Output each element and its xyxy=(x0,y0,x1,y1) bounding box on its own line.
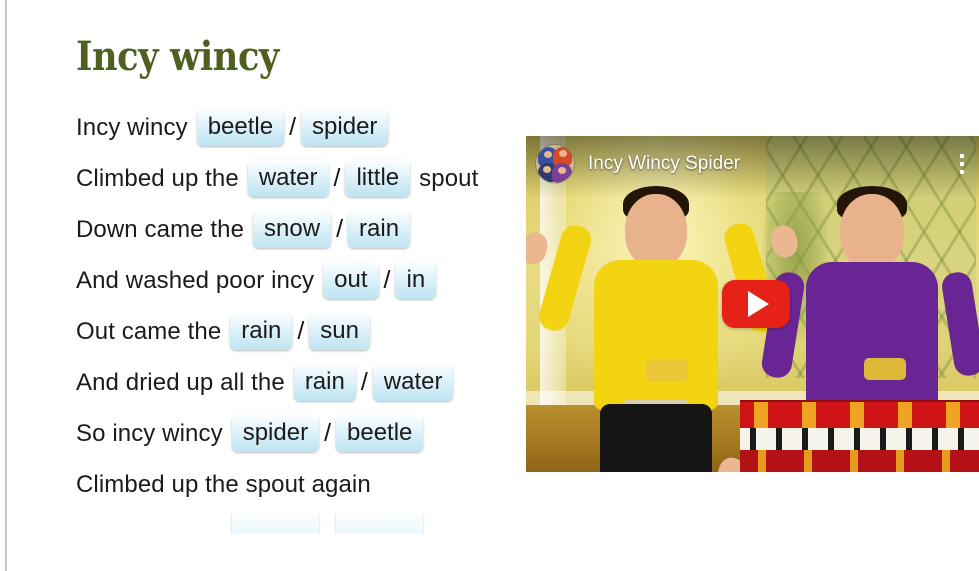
worksheet-panel: Incy wincy Incy wincy beetle / spider Cl… xyxy=(76,36,516,534)
performer-head xyxy=(840,194,904,270)
keyboard-keys xyxy=(740,428,979,450)
lyric-lead-text: So incy wincy xyxy=(76,419,223,447)
lyric-line: Climbed up the spout again xyxy=(76,459,516,510)
lyric-lead-text: And dried up all the xyxy=(76,368,285,396)
lyric-line: Climbed up the water / little spout xyxy=(76,153,516,204)
lyric-line-partial: So incy wincy beetle / spider xyxy=(76,510,516,534)
word-option-button[interactable]: out xyxy=(323,261,379,300)
option-separator: / xyxy=(289,113,297,141)
word-option-button[interactable]: beetle xyxy=(196,108,285,147)
word-option-button[interactable]: water xyxy=(247,159,329,198)
keyboard-skirt-stars xyxy=(740,450,979,472)
option-separator: / xyxy=(383,266,391,294)
performer-legs xyxy=(600,404,712,472)
page-title: Incy wincy xyxy=(76,33,279,80)
channel-avatar-icon[interactable] xyxy=(536,145,574,183)
avatar-face xyxy=(543,166,552,173)
play-icon xyxy=(748,291,769,317)
avatar-figure xyxy=(551,163,572,183)
word-option-button[interactable]: rain xyxy=(293,363,356,402)
word-option-button[interactable]: spider xyxy=(231,414,320,453)
option-separator: / xyxy=(297,317,305,345)
lyric-lead-text: Climbed up the spout again xyxy=(76,470,371,498)
lyric-line: Out came the rain / sun xyxy=(76,306,516,357)
video-header: Incy Wincy Spider xyxy=(526,136,979,192)
word-option-button[interactable]: spider xyxy=(301,108,389,147)
option-separator: / xyxy=(360,368,368,396)
lyric-tail-text: spout xyxy=(419,164,479,192)
avatar-face xyxy=(544,150,553,158)
word-option-button[interactable]: spider xyxy=(336,510,424,534)
lyric-lead-text: Down came the xyxy=(76,215,245,243)
performer-logo xyxy=(646,360,688,382)
performer-logo xyxy=(864,358,906,380)
stage-keyboard xyxy=(740,400,979,472)
more-vertical-icon[interactable] xyxy=(950,151,974,177)
lyric-line: Down came the snow / rain xyxy=(76,204,516,255)
performer-yellow xyxy=(526,172,802,472)
menu-dot xyxy=(960,170,964,174)
lyric-line: And washed poor incy out / in xyxy=(76,255,516,306)
play-button[interactable] xyxy=(722,280,790,328)
video-title[interactable]: Incy Wincy Spider xyxy=(588,153,740,175)
lyric-line: And dried up all the rain / water xyxy=(76,357,516,408)
word-option-button[interactable]: rain xyxy=(348,210,411,249)
word-option-button[interactable]: little xyxy=(345,159,411,198)
avatar-face xyxy=(558,150,567,157)
left-page-divider xyxy=(5,0,7,571)
option-separator: / xyxy=(336,215,344,243)
lyric-lead-text: Incy wincy xyxy=(76,113,188,141)
lyric-line: So incy wincy spider / beetle xyxy=(76,408,516,459)
youtube-embed[interactable]: Incy Wincy Spider xyxy=(526,136,979,472)
lyric-lead-text: And washed poor incy xyxy=(76,266,315,294)
keyboard-skirt xyxy=(740,450,979,472)
word-option-button[interactable]: beetle xyxy=(231,510,320,534)
word-option-button[interactable]: water xyxy=(372,363,454,402)
lyric-lines: Incy wincy beetle / spider Climbed up th… xyxy=(76,102,516,534)
lyric-line: Incy wincy beetle / spider xyxy=(76,102,516,153)
word-option-button[interactable]: sun xyxy=(309,312,370,351)
performer-torso xyxy=(594,260,718,410)
word-option-button[interactable]: beetle xyxy=(336,414,424,453)
avatar-face xyxy=(557,166,566,174)
performer-torso xyxy=(806,262,938,408)
word-option-button[interactable]: rain xyxy=(230,312,293,351)
word-option-button[interactable]: in xyxy=(395,261,437,300)
performer-head xyxy=(625,194,687,268)
keyboard-stars xyxy=(740,402,979,428)
menu-dot xyxy=(960,154,964,158)
menu-dot xyxy=(960,162,964,166)
lyric-lead-text: Out came the xyxy=(76,317,222,345)
word-option-button[interactable]: snow xyxy=(253,210,332,249)
option-separator: / xyxy=(324,419,332,447)
page-root: Incy wincy Incy wincy beetle / spider Cl… xyxy=(0,0,979,571)
option-separator: / xyxy=(333,164,341,192)
lyric-lead-text: Climbed up the xyxy=(76,164,239,192)
